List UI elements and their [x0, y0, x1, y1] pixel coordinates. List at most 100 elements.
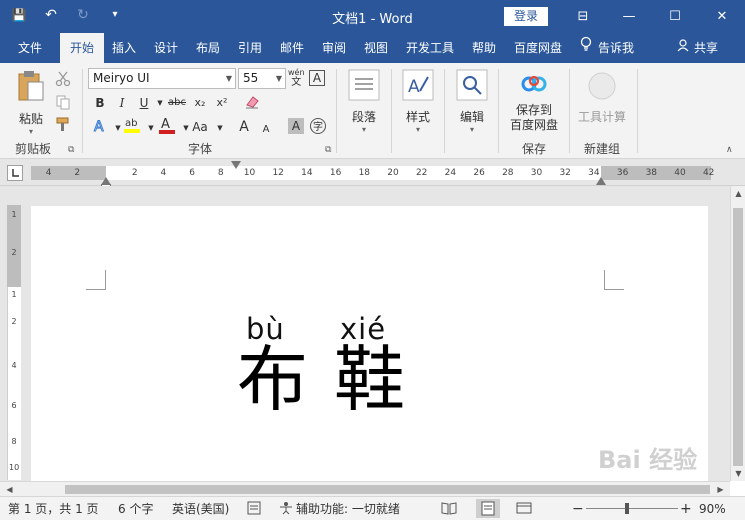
tab-layout[interactable]: 布局 — [188, 33, 228, 63]
login-button[interactable]: 登录 — [504, 7, 548, 26]
styles-button[interactable]: A 样式 ▾ — [400, 69, 436, 134]
paragraph-button[interactable]: 段落 ▾ — [346, 69, 382, 134]
scroll-down-icon[interactable]: ▼ — [731, 466, 745, 481]
highlight-dropdown-icon[interactable]: ▼ — [143, 119, 159, 137]
zoom-level[interactable]: 90% — [699, 501, 726, 517]
superscript-button[interactable]: x² — [214, 94, 230, 112]
underline-dropdown-icon[interactable]: ▼ — [152, 94, 168, 112]
styles-label: 样式 — [405, 110, 430, 124]
font-name-select[interactable]: Meiryo UI ▼ — [88, 68, 236, 89]
first-line-indent-marker[interactable] — [231, 161, 241, 169]
zoom-out-button[interactable]: − — [572, 501, 584, 517]
ruler-tick-label: 36 — [616, 168, 629, 178]
grow-font-button[interactable]: A — [236, 118, 252, 136]
right-indent-marker[interactable] — [596, 177, 606, 185]
enclose-characters-icon[interactable]: 字 — [309, 117, 326, 134]
svg-text:A: A — [161, 117, 170, 132]
close-button[interactable]: ✕ — [699, 0, 745, 33]
share-button[interactable]: 共享 — [676, 33, 718, 63]
horizontal-scrollbar[interactable]: ◀ ▶ — [0, 481, 730, 496]
redo-icon[interactable]: ↻ — [74, 6, 92, 24]
ruler-tick-label: 20 — [387, 168, 399, 178]
subscript-button[interactable]: x₂ — [192, 94, 208, 112]
change-case-dropdown-icon[interactable]: ▼ — [212, 119, 228, 137]
group-separator — [569, 69, 570, 153]
format-painter-icon[interactable] — [55, 116, 71, 132]
web-layout-icon[interactable] — [516, 501, 532, 517]
paste-dropdown-icon[interactable]: ▾ — [12, 127, 50, 136]
group-separator — [637, 69, 638, 153]
zoom-slider[interactable] — [586, 508, 678, 509]
tab-selector[interactable] — [7, 165, 23, 181]
maximize-button[interactable]: ☐ — [652, 0, 698, 33]
magnifier-icon — [454, 69, 490, 104]
language-indicator[interactable]: 英语(美国) — [172, 501, 229, 517]
character-shading-icon[interactable]: A — [288, 118, 304, 134]
macro-icon[interactable] — [247, 501, 261, 517]
page-count[interactable]: 第 1 页，共 1 页 — [8, 501, 99, 517]
italic-button[interactable]: I — [114, 94, 130, 112]
cut-icon[interactable] — [55, 71, 71, 87]
vertical-scrollbar[interactable]: ▲ ▼ — [730, 186, 745, 481]
vertical-ruler-tick: 1 — [11, 210, 17, 219]
tab-help[interactable]: 帮助 — [464, 33, 504, 63]
tool-calc-button[interactable]: 工具计算 — [574, 71, 630, 125]
horizontal-scroll-thumb[interactable] — [65, 485, 710, 494]
tab-references[interactable]: 引用 — [230, 33, 270, 63]
font-dialog-launcher-icon[interactable]: ⧉ — [325, 145, 331, 155]
title-bar: 💾 ↶ ↻ ▾ 文档1 - Word 登录 ⊟ — ☐ ✕ — [0, 0, 745, 33]
text-effects-icon[interactable]: A — [92, 117, 108, 136]
svg-text:字: 字 — [313, 120, 323, 133]
vertical-ruler-tick: 8 — [11, 437, 17, 446]
tab-developer[interactable]: 开发工具 — [400, 33, 460, 63]
vertical-scroll-thumb[interactable] — [733, 208, 743, 466]
tab-view[interactable]: 视图 — [356, 33, 396, 63]
scroll-left-icon[interactable]: ◀ — [2, 482, 17, 497]
ribbon-display-options-icon[interactable]: ⊟ — [560, 0, 606, 33]
tab-design[interactable]: 设计 — [146, 33, 186, 63]
accessibility-status[interactable]: 辅助功能: 一切就绪 — [296, 501, 400, 517]
tab-insert[interactable]: 插入 — [104, 33, 144, 63]
shrink-font-button[interactable]: A — [258, 121, 274, 139]
font-color-icon[interactable]: A — [158, 115, 175, 134]
read-mode-icon[interactable] — [441, 501, 457, 517]
editing-button[interactable]: 编辑 ▾ — [454, 69, 490, 134]
clipboard-dialog-launcher-icon[interactable]: ⧉ — [68, 145, 74, 155]
tell-me-search[interactable]: 告诉我 — [580, 33, 634, 63]
customize-qat-icon[interactable]: ▾ — [106, 6, 124, 24]
strikethrough-button[interactable]: abc — [168, 94, 186, 112]
bold-button[interactable]: B — [92, 94, 108, 112]
change-case-button[interactable]: Aa — [192, 118, 208, 136]
scroll-right-icon[interactable]: ▶ — [713, 482, 728, 497]
minimize-button[interactable]: — — [606, 0, 652, 33]
highlight-icon[interactable]: ab — [123, 115, 140, 133]
scroll-up-icon[interactable]: ▲ — [731, 186, 745, 201]
print-layout-icon[interactable] — [476, 499, 500, 518]
tab-home[interactable]: 开始 — [60, 33, 104, 63]
tab-baidu-netdisk[interactable]: 百度网盘 — [508, 33, 568, 63]
copy-icon[interactable] — [55, 94, 71, 110]
vertical-ruler-tick: 6 — [11, 401, 17, 410]
tab-mailings[interactable]: 邮件 — [272, 33, 312, 63]
ruler-tick-label: 4 — [160, 168, 167, 178]
word-count[interactable]: 6 个字 — [118, 501, 153, 517]
collapse-ribbon-icon[interactable]: ∧ — [726, 145, 733, 155]
tab-file[interactable]: 文件 — [8, 33, 52, 63]
save-to-baidu-netdisk-button[interactable]: 保存到 百度网盘 — [504, 73, 564, 133]
font-size-select[interactable]: 55 ▼ — [238, 68, 286, 89]
undo-icon[interactable]: ↶ — [42, 6, 60, 24]
save-icon[interactable]: 💾 — [10, 6, 28, 24]
phonetic-guide-button[interactable]: wén 文 — [288, 68, 305, 88]
zoom-slider-thumb[interactable] — [625, 503, 630, 514]
font-size-value: 55 — [243, 71, 259, 85]
underline-button[interactable]: U — [136, 94, 152, 112]
clear-formatting-icon[interactable] — [244, 94, 260, 110]
zoom-in-button[interactable]: + — [680, 501, 692, 517]
tab-review[interactable]: 审阅 — [314, 33, 354, 63]
crop-mark-right — [604, 270, 624, 290]
accessibility-icon[interactable] — [278, 501, 294, 517]
character-border-icon[interactable]: A — [309, 70, 325, 86]
ruler-tick-label: 12 — [272, 168, 284, 178]
group-separator — [336, 69, 337, 153]
paste-button[interactable]: 粘贴 ▾ — [12, 69, 50, 136]
